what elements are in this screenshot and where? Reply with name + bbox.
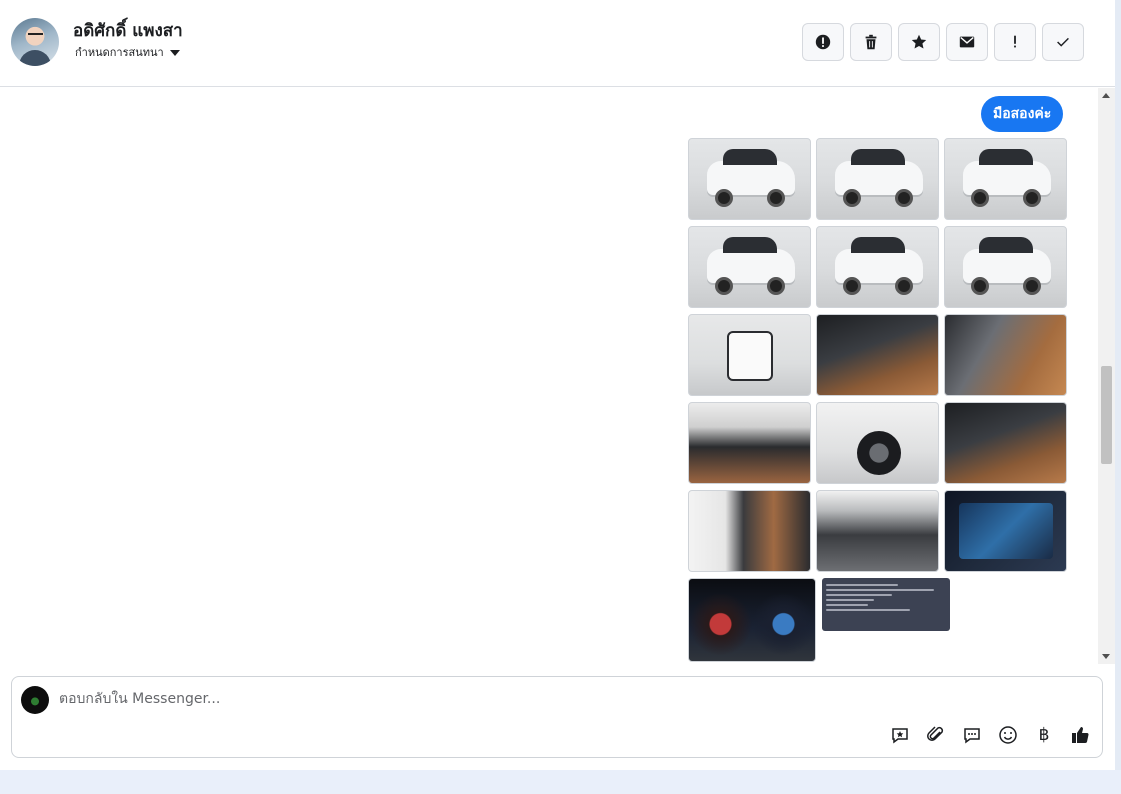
flag-button[interactable] — [994, 23, 1036, 61]
star-button[interactable] — [898, 23, 940, 61]
wheel-shape — [857, 431, 901, 475]
attachment-photo[interactable] — [944, 490, 1067, 572]
wheel-shape — [767, 189, 785, 207]
attachment-spec-card[interactable] — [822, 578, 950, 631]
scroll-up-icon[interactable] — [1102, 93, 1110, 98]
attachment-photo[interactable] — [816, 314, 939, 396]
spec-line — [826, 609, 910, 611]
wheel-shape — [895, 189, 913, 207]
trash-icon — [865, 34, 877, 50]
attachment-photo[interactable] — [688, 138, 811, 220]
chat-bubble-icon — [964, 728, 980, 744]
message-scrollbar[interactable] — [1098, 88, 1115, 664]
attachment-photo[interactable] — [944, 226, 1067, 308]
scrollbar-thumb[interactable] — [1101, 366, 1112, 464]
wheel-shape — [971, 277, 989, 295]
wheel-shape — [1023, 277, 1041, 295]
attachment-photo[interactable] — [816, 226, 939, 308]
saved-reply-button[interactable] — [889, 724, 911, 746]
attachment-photo[interactable] — [688, 490, 811, 572]
page-avatar — [21, 686, 49, 714]
attachment-photo[interactable] — [688, 578, 816, 662]
attachment-photo[interactable] — [944, 402, 1067, 484]
wheel-shape — [715, 277, 733, 295]
spec-line — [826, 589, 934, 591]
emoji-icon — [999, 726, 1017, 744]
done-button[interactable] — [1042, 23, 1084, 61]
composer-tools: ฿ — [889, 724, 1091, 746]
avatar-glasses — [28, 33, 43, 37]
conversation-header: อดิศักดิ์ แพงสา กำหนดการสนทนา — [0, 0, 1115, 87]
report-icon — [815, 34, 831, 50]
attachment-photo[interactable] — [816, 402, 939, 484]
spec-line — [826, 594, 892, 596]
spec-line — [826, 599, 874, 601]
payment-button[interactable]: ฿ — [1033, 724, 1055, 746]
envelope-icon — [959, 36, 975, 48]
attachment-photo[interactable] — [688, 226, 811, 308]
reply-input[interactable] — [59, 688, 759, 710]
wheel-shape — [1023, 189, 1041, 207]
wheel-shape — [843, 189, 861, 207]
schedule-label: กำหนดการสนทนา — [75, 46, 164, 59]
page-edge — [1115, 0, 1121, 770]
emoji-button[interactable] — [997, 724, 1019, 746]
exclamation-icon — [1014, 35, 1016, 48]
scroll-down-icon[interactable] — [1102, 654, 1110, 659]
wheel-shape — [715, 189, 733, 207]
attachment-photo[interactable] — [688, 314, 811, 396]
message-bubble[interactable]: มือสองค่ะ — [981, 96, 1064, 132]
star-icon — [911, 34, 927, 49]
check-icon — [1057, 37, 1069, 47]
attachment-photo[interactable] — [688, 402, 811, 484]
conversation-schedule[interactable]: กำหนดการสนทนา — [75, 43, 180, 61]
delete-button[interactable] — [850, 23, 892, 61]
contact-avatar[interactable] — [11, 18, 59, 66]
caret-down-icon[interactable] — [169, 49, 180, 56]
baht-icon: ฿ — [1038, 725, 1050, 745]
thumbs-up-icon — [1072, 727, 1089, 744]
attachment-photo[interactable] — [816, 138, 939, 220]
attachment-photo[interactable] — [944, 138, 1067, 220]
spec-line — [826, 584, 898, 586]
attachment-icon — [927, 726, 944, 741]
trunk-shape — [727, 331, 773, 381]
spec-line — [826, 604, 868, 606]
attachment-photo[interactable] — [944, 314, 1067, 396]
avatar-shoulders — [19, 50, 51, 66]
wheel-shape — [843, 277, 861, 295]
wheel-shape — [895, 277, 913, 295]
wheel-shape — [767, 277, 785, 295]
header-actions — [802, 23, 1084, 61]
like-button[interactable] — [1069, 724, 1091, 746]
screen-shape — [959, 503, 1053, 559]
report-button[interactable] — [802, 23, 844, 61]
attachment-photo[interactable] — [816, 490, 939, 572]
saved-reply-icon — [892, 728, 908, 744]
mark-unread-button[interactable] — [946, 23, 988, 61]
wheel-shape — [971, 189, 989, 207]
contact-name[interactable]: อดิศักดิ์ แพงสา — [73, 17, 183, 44]
reply-composer: ฿ — [11, 676, 1103, 758]
conversation-panel: อดิศักดิ์ แพงสา กำหนดการสนทนา มือสองค่ะ … — [0, 0, 1115, 770]
quick-replies-button[interactable] — [961, 724, 983, 746]
attach-button[interactable] — [925, 724, 947, 746]
